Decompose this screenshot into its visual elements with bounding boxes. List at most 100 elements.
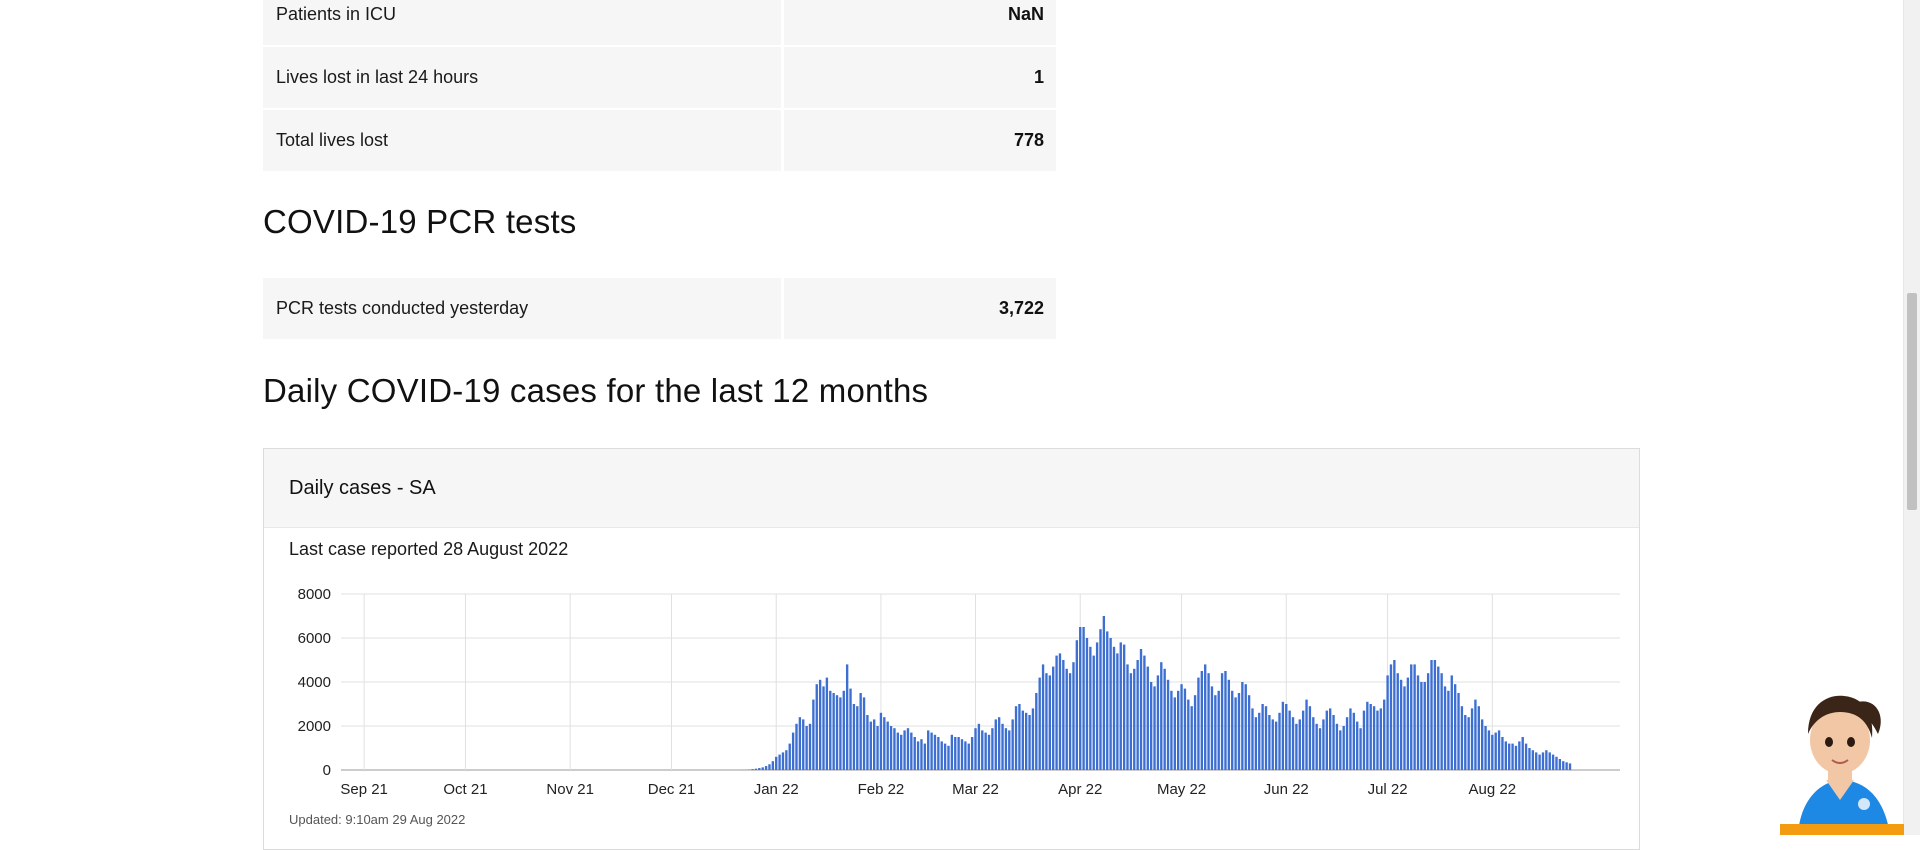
bar[interactable] xyxy=(1197,678,1199,770)
bar[interactable] xyxy=(1228,680,1230,770)
bar[interactable] xyxy=(812,700,814,770)
bar[interactable] xyxy=(1136,660,1138,770)
bar[interactable] xyxy=(1471,708,1473,770)
bar[interactable] xyxy=(1322,719,1324,770)
bar[interactable] xyxy=(1028,715,1030,770)
bar[interactable] xyxy=(1413,664,1415,770)
bar[interactable] xyxy=(1495,733,1497,770)
bar[interactable] xyxy=(1545,750,1547,770)
bar[interactable] xyxy=(1474,700,1476,770)
bar[interactable] xyxy=(1353,713,1355,770)
bar[interactable] xyxy=(1109,638,1111,770)
bar[interactable] xyxy=(1339,730,1341,770)
bar[interactable] xyxy=(1201,671,1203,770)
bar[interactable] xyxy=(1224,671,1226,770)
bar[interactable] xyxy=(1376,711,1378,770)
bar[interactable] xyxy=(1356,722,1358,770)
bar[interactable] xyxy=(1559,759,1561,770)
bar[interactable] xyxy=(751,769,753,770)
bar[interactable] xyxy=(937,737,939,770)
bar[interactable] xyxy=(1184,689,1186,770)
bar[interactable] xyxy=(1427,673,1429,770)
bar[interactable] xyxy=(920,739,922,770)
bar[interactable] xyxy=(866,715,868,770)
bar[interactable] xyxy=(1373,706,1375,770)
bar[interactable] xyxy=(1532,750,1534,770)
bar[interactable] xyxy=(1204,664,1206,770)
bar[interactable] xyxy=(957,737,959,770)
bar[interactable] xyxy=(1025,713,1027,770)
bar[interactable] xyxy=(1346,717,1348,770)
bar[interactable] xyxy=(1001,724,1003,770)
bar[interactable] xyxy=(978,724,980,770)
bar[interactable] xyxy=(1238,693,1240,770)
bar[interactable] xyxy=(1359,728,1361,770)
bar[interactable] xyxy=(934,735,936,770)
bar[interactable] xyxy=(1082,627,1084,770)
bar[interactable] xyxy=(1336,724,1338,770)
bar[interactable] xyxy=(1018,704,1020,770)
scrollbar-thumb[interactable] xyxy=(1907,293,1917,510)
bar[interactable] xyxy=(988,735,990,770)
bar[interactable] xyxy=(1069,673,1071,770)
bar[interactable] xyxy=(802,719,804,770)
bar[interactable] xyxy=(1147,667,1149,770)
bar[interactable] xyxy=(768,764,770,770)
bar[interactable] xyxy=(890,726,892,770)
bar[interactable] xyxy=(863,697,865,770)
bar[interactable] xyxy=(971,737,973,770)
bar[interactable] xyxy=(974,728,976,770)
bar[interactable] xyxy=(775,757,777,770)
bar[interactable] xyxy=(1397,673,1399,770)
bar[interactable] xyxy=(816,684,818,770)
bar[interactable] xyxy=(1120,642,1122,770)
bar[interactable] xyxy=(1221,673,1223,770)
bar[interactable] xyxy=(1022,711,1024,770)
bar[interactable] xyxy=(870,722,872,770)
bar[interactable] xyxy=(1261,704,1263,770)
bar[interactable] xyxy=(1370,704,1372,770)
bar[interactable] xyxy=(944,744,946,770)
bar[interactable] xyxy=(1565,762,1567,770)
bar[interactable] xyxy=(941,741,943,770)
bar[interactable] xyxy=(887,722,889,770)
bar[interactable] xyxy=(1430,660,1432,770)
bar[interactable] xyxy=(1478,706,1480,770)
bar[interactable] xyxy=(1309,706,1311,770)
bar[interactable] xyxy=(772,761,774,770)
bar[interactable] xyxy=(789,744,791,770)
bar[interactable] xyxy=(778,755,780,770)
bar[interactable] xyxy=(907,728,909,770)
bar[interactable] xyxy=(765,766,767,770)
bar[interactable] xyxy=(1086,638,1088,770)
bar[interactable] xyxy=(1113,647,1115,770)
bar[interactable] xyxy=(1484,726,1486,770)
bar[interactable] xyxy=(809,724,811,770)
bar[interactable] xyxy=(843,691,845,770)
bar[interactable] xyxy=(1390,664,1392,770)
bar[interactable] xyxy=(758,768,760,770)
bar[interactable] xyxy=(1332,715,1334,770)
bar[interactable] xyxy=(1292,717,1294,770)
bar[interactable] xyxy=(1437,667,1439,770)
bar[interactable] xyxy=(782,752,784,770)
bar[interactable] xyxy=(1170,691,1172,770)
bar[interactable] xyxy=(1501,737,1503,770)
bar[interactable] xyxy=(1096,642,1098,770)
bar[interactable] xyxy=(1251,708,1253,770)
bar[interactable] xyxy=(1508,744,1510,770)
bar[interactable] xyxy=(1143,656,1145,770)
bar[interactable] xyxy=(1042,664,1044,770)
bar[interactable] xyxy=(1305,700,1307,770)
bar[interactable] xyxy=(1498,730,1500,770)
bar[interactable] xyxy=(1103,616,1105,770)
bar[interactable] xyxy=(1285,704,1287,770)
bar[interactable] xyxy=(1039,678,1041,770)
bar[interactable] xyxy=(924,744,926,770)
bar[interactable] xyxy=(1126,664,1128,770)
bar[interactable] xyxy=(1153,686,1155,770)
bar[interactable] xyxy=(1447,691,1449,770)
bar[interactable] xyxy=(1072,662,1074,770)
bar[interactable] xyxy=(893,728,895,770)
bar[interactable] xyxy=(1157,675,1159,770)
